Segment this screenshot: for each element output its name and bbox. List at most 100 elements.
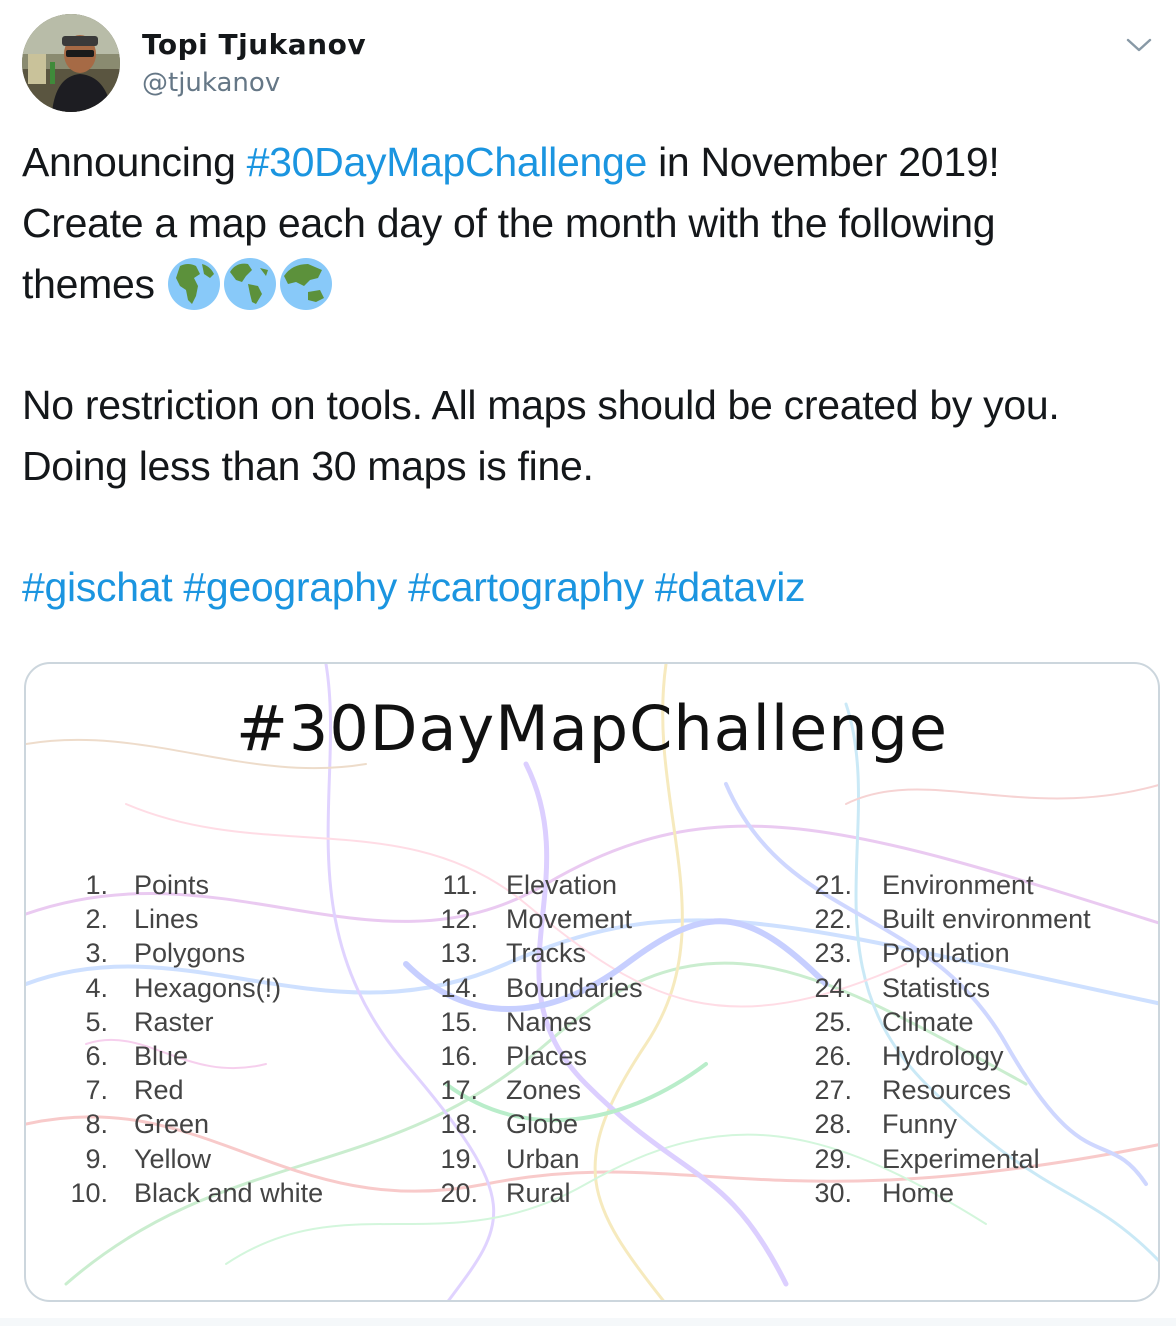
list-item: 11. Elevation	[386, 868, 786, 902]
item-number: 22.	[814, 904, 852, 935]
item-number: 28.	[814, 1109, 852, 1140]
item-label: Home	[882, 1177, 955, 1208]
hashtag-link[interactable]: #cartography	[408, 564, 644, 610]
item-number: 11.	[442, 870, 478, 900]
item-number: 12.	[440, 904, 478, 935]
item-number: 27.	[814, 1075, 852, 1106]
item-number: 30.	[814, 1177, 852, 1208]
item-label: Built environment	[882, 904, 1091, 935]
item-number: 23.	[814, 938, 852, 969]
list-item: 28. Funny	[760, 1107, 1158, 1141]
list-item: 17. Zones	[386, 1073, 786, 1107]
item-label: Lines	[134, 904, 199, 935]
item-label: Population	[882, 938, 1010, 969]
list-item: 13. Tracks	[386, 936, 786, 970]
item-number: 16.	[440, 1040, 478, 1071]
item-number: 7.	[85, 1075, 108, 1106]
item-label: Movement	[506, 904, 633, 935]
item-number: 6.	[85, 1040, 108, 1071]
item-label: Names	[506, 1006, 592, 1037]
tweet-text-segment: Announcing	[22, 139, 247, 185]
list-item: 18. Globe	[386, 1107, 786, 1141]
chevron-down-icon[interactable]	[1124, 30, 1154, 60]
item-label: Black and white	[134, 1177, 324, 1208]
item-number: 2.	[85, 904, 108, 935]
item-label: Places	[506, 1040, 588, 1071]
tweet-line-2: Create a map each day of the month with …	[22, 200, 996, 246]
item-label: Green	[134, 1109, 210, 1140]
tweet-text-segment: in November 2019!	[647, 139, 1000, 185]
item-number: 17.	[440, 1075, 478, 1106]
tweet-para2-line-1: No restriction on tools. All maps should…	[22, 382, 1060, 428]
item-number: 25.	[814, 1006, 852, 1037]
item-label: Globe	[506, 1109, 579, 1140]
media-card[interactable]: #30DayMapChallenge 1. Points 2. Lines 3. Po…	[24, 662, 1160, 1302]
item-label: Zones	[506, 1075, 582, 1106]
tweet-header: Topi Tjukanov @tjukanov	[22, 14, 1162, 114]
item-number: 8.	[85, 1109, 108, 1140]
globe-americas-icon	[222, 256, 278, 312]
item-label: Polygons	[134, 938, 246, 969]
item-label: Yellow	[134, 1143, 212, 1174]
list-item: 26. Hydrology	[760, 1039, 1158, 1073]
item-label: Hydrology	[882, 1040, 1004, 1071]
item-label: Points	[134, 870, 210, 900]
item-number: 13.	[440, 938, 478, 969]
item-number: 26.	[814, 1040, 852, 1071]
tweet-text-segment: themes	[22, 261, 166, 307]
item-number: 20.	[440, 1177, 478, 1208]
item-label: Blue	[134, 1040, 189, 1071]
list-item: 30. Home	[760, 1176, 1158, 1210]
list-item: 16. Places	[386, 1039, 786, 1073]
item-number: 10.	[70, 1177, 108, 1208]
tweet-para2-line-2: Doing less than 30 maps is fine.	[22, 443, 594, 489]
item-number: 3.	[85, 938, 108, 969]
item-label: Environment	[882, 870, 1034, 900]
item-label: Red	[134, 1075, 184, 1106]
tweet-hashtags: #gischat #geography #cartography #datavi…	[22, 557, 1152, 618]
themes-column-3: 21. Environment 22. Built environment 23. P…	[760, 868, 1158, 1210]
item-label: Resources	[882, 1075, 1012, 1106]
divider	[0, 1318, 1176, 1326]
card-title: #30DayMapChallenge	[235, 692, 949, 765]
item-label: Rural	[506, 1177, 571, 1208]
globe-asia-australia-icon	[278, 256, 334, 312]
tweet-line-3: themes	[22, 254, 1152, 315]
list-item: 19. Urban	[386, 1142, 786, 1176]
item-label: Climate	[882, 1006, 974, 1037]
list-item: 22. Built environment	[760, 902, 1158, 936]
item-label: Boundaries	[506, 972, 643, 1003]
item-number: 18.	[440, 1109, 478, 1140]
item-number: 21.	[814, 870, 852, 900]
item-label: Elevation	[506, 870, 618, 900]
hashtag-link[interactable]: #dataviz	[655, 564, 806, 610]
item-number: 29.	[814, 1143, 852, 1174]
list-item: 12. Movement	[386, 902, 786, 936]
tweet-line-1: Announcing #30DayMapChallenge in Novembe…	[22, 132, 1152, 193]
item-number: 4.	[85, 972, 108, 1003]
list-item: 20. Rural	[386, 1176, 786, 1210]
list-item: 21. Environment	[760, 868, 1158, 902]
item-number: 9.	[85, 1143, 108, 1174]
item-label: Raster	[134, 1006, 214, 1037]
hashtag-link[interactable]: #gischat	[22, 564, 173, 610]
list-item: 15. Names	[386, 1005, 786, 1039]
list-item: 23. Population	[760, 936, 1158, 970]
hashtag-link[interactable]: #geography	[183, 564, 397, 610]
themes-column-2: 11. Elevation 12. Movement 13. Tracks 14. Bo…	[386, 868, 786, 1210]
item-label: Experimental	[882, 1143, 1040, 1174]
author-name[interactable]: Topi Tjukanov	[142, 28, 366, 61]
list-item: 25. Climate	[760, 1005, 1158, 1039]
avatar[interactable]	[22, 14, 120, 112]
list-item: 24. Statistics	[760, 971, 1158, 1005]
globe-africa-europe-icon	[166, 256, 222, 312]
author-handle[interactable]: @tjukanov	[142, 68, 280, 98]
item-number: 1.	[85, 870, 108, 900]
item-number: 15.	[440, 1006, 478, 1037]
item-number: 5.	[85, 1006, 108, 1037]
item-label: Hexagons(!)	[134, 972, 282, 1003]
hashtag-link[interactable]: #30DayMapChallenge	[247, 139, 648, 185]
tweet-text: Announcing #30DayMapChallenge in Novembe…	[22, 132, 1152, 618]
item-label: Statistics	[882, 972, 991, 1003]
item-number: 14.	[440, 972, 478, 1003]
